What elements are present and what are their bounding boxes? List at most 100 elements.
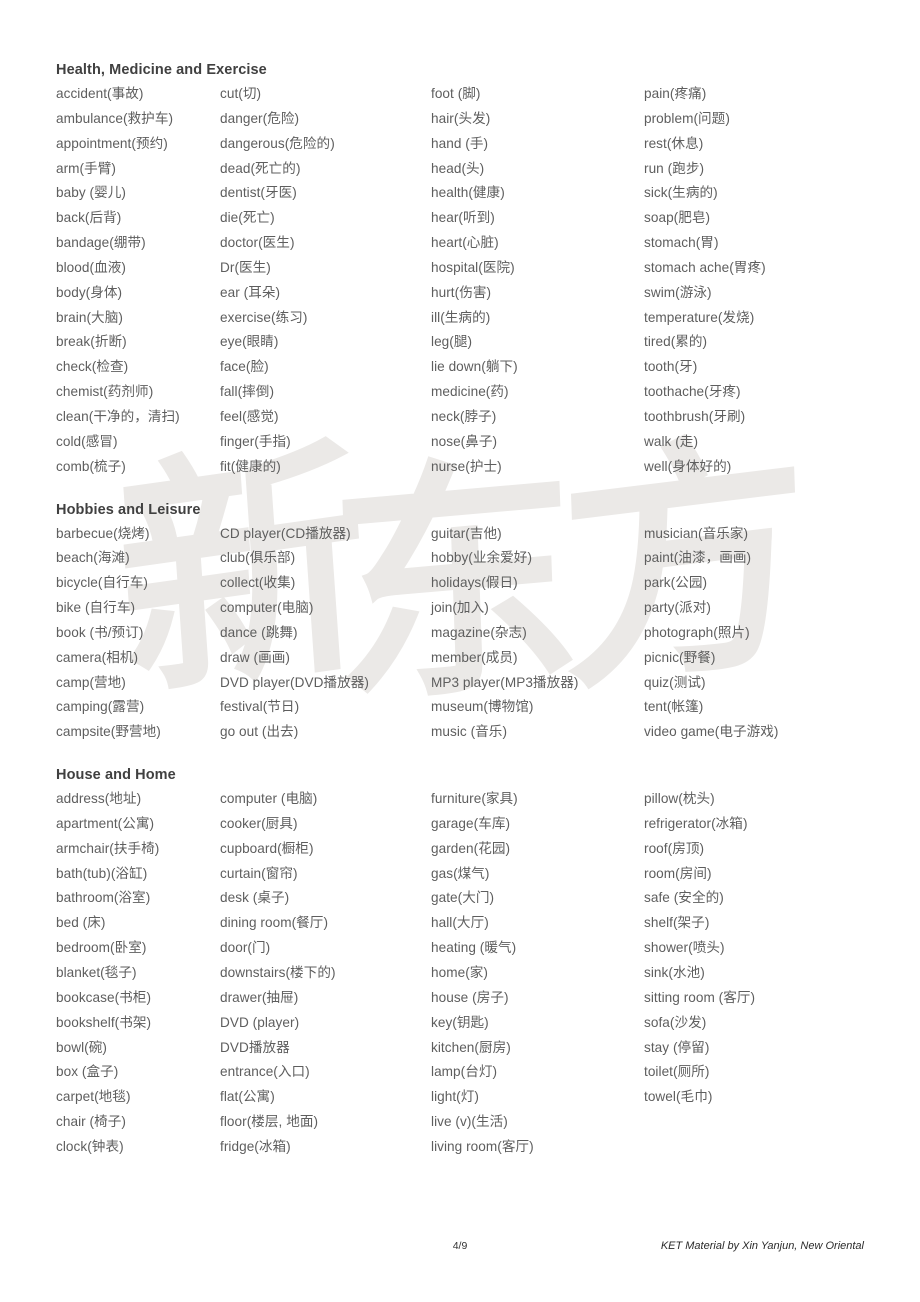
vocabulary-entry: hand (手) (431, 135, 489, 151)
vocabulary-entry: cupboard(橱柜) (220, 840, 314, 856)
vocabulary-entry: cut(切) (220, 86, 262, 101)
vocabulary-entry: fit(健康的) (220, 458, 281, 474)
vocabulary-entry: music (音乐) (431, 724, 508, 740)
vocabulary-entry: well(身体好的) (644, 458, 732, 474)
vocabulary-entry: armchair(扶手椅) (56, 840, 160, 856)
vocabulary-entry: bike (自行车) (56, 600, 136, 616)
vocabulary-entry: computer(电脑) (220, 600, 314, 616)
vocabulary-entry: pillow(枕头) (644, 791, 715, 807)
vocabulary-entry: arm(手臂) (56, 160, 117, 176)
vocabulary-entry: video game(电子游戏) (644, 724, 779, 740)
section-title: Hobbies and Leisure (56, 501, 201, 518)
vocabulary-entry: entrance(入口) (220, 1064, 310, 1080)
vocabulary-entry: eye(眼睛) (220, 334, 279, 350)
vocabulary-page: Health, Medicine and Exercise accident(事故… (0, 0, 920, 1160)
vocabulary-entry: die(死亡) (220, 210, 275, 226)
vocabulary-entry: dentist(牙医) (220, 185, 297, 201)
vocabulary-entry: swim(游泳) (644, 284, 712, 300)
vocabulary-entry: back(后背) (56, 210, 122, 226)
vocabulary-entry: clean(干净的，清扫) (56, 408, 180, 424)
vocabulary-entry: sofa(沙发) (644, 1014, 707, 1030)
vocabulary-section: Health, Medicine and Exercise accident(事故… (0, 62, 920, 480)
word-columns: barbecue(烧烤) beach(海滩) bicycle(自行车) bike (自… (0, 522, 920, 746)
vocabulary-entry: dangerous(危险的) (220, 135, 335, 151)
vocabulary-entry: sink(水池) (644, 965, 705, 980)
vocabulary-entry: camping(露营) (56, 699, 145, 715)
word-column: pain(疼痛) problem(问题) rest(休息) run (跑步) sick(… (639, 82, 860, 480)
vocabulary-entry: shelf(架子) (644, 915, 710, 931)
word-column: foot (脚) hair(头发) hand (手) head(头) health(健康… (426, 82, 639, 480)
vocabulary-entry: paint(油漆，画画) (644, 550, 752, 566)
vocabulary-entry: bath(tub)(浴缸) (56, 865, 148, 881)
vocabulary-entry: magazine(杂志) (431, 624, 527, 640)
vocabulary-entry: photograph(照片) (644, 624, 750, 640)
vocabulary-entry: run (跑步) (644, 160, 705, 176)
vocabulary-entry: lamp(台灯) (431, 1064, 498, 1080)
vocabulary-entry: cooker(厨具) (220, 815, 298, 831)
vocabulary-entry: room(房间) (644, 865, 712, 881)
vocabulary-entry: computer (电脑) (220, 791, 318, 807)
section-title: House and Home (56, 767, 176, 784)
vocabulary-entry: CD player(CD播放器) (220, 525, 351, 541)
vocabulary-entry: holidays(假日) (431, 575, 518, 591)
word-column: furniture(家具) garage(车库) garden(花园) gas(煤气)… (426, 787, 639, 1160)
vocabulary-entry: tent(帐篷) (644, 699, 704, 715)
vocabulary-entry: beach(海滩) (56, 550, 130, 566)
vocabulary-entry: hear(听到) (431, 210, 495, 226)
vocabulary-entry: dance (跳舞) (220, 624, 298, 640)
vocabulary-entry: pain(疼痛) (644, 86, 707, 101)
vocabulary-entry: festival(节日) (220, 699, 300, 715)
vocabulary-entry: stay (停留) (644, 1039, 710, 1055)
vocabulary-entry: key(钥匙) (431, 1014, 489, 1030)
vocabulary-entry: refrigerator(冰箱) (644, 815, 748, 831)
vocabulary-entry: fall(摔倒) (220, 384, 275, 400)
vocabulary-entry: carpet(地毯) (56, 1089, 131, 1105)
vocabulary-entry: gate(大门) (431, 890, 495, 906)
vocabulary-entry: leg(腿) (431, 334, 473, 350)
vocabulary-entry: bathroom(浴室) (56, 890, 151, 906)
vocabulary-entry: toothache(牙疼) (644, 384, 741, 400)
vocabulary-entry: garden(花园) (431, 840, 511, 856)
vocabulary-entry: comb(梳子) (56, 458, 126, 474)
vocabulary-entry: gas(煤气) (431, 865, 490, 881)
vocabulary-entry: campsite(野营地) (56, 724, 161, 740)
vocabulary-entry: stomach(胃) (644, 235, 719, 251)
vocabulary-section: Hobbies and Leisure barbecue(烧烤) beach(海滩)… (0, 502, 920, 746)
vocabulary-entry: blood(血液) (56, 259, 126, 275)
vocabulary-entry: bed (床) (56, 915, 106, 931)
vocabulary-entry: park(公园) (644, 575, 708, 591)
vocabulary-entry: fridge(冰箱) (220, 1138, 291, 1154)
vocabulary-entry: downstairs(楼下的) (220, 965, 336, 980)
vocabulary-entry: party(派对) (644, 600, 711, 616)
vocabulary-entry: toothbrush(牙刷) (644, 408, 746, 424)
vocabulary-entry: club(俱乐部) (220, 550, 296, 566)
vocabulary-entry: bicycle(自行车) (56, 575, 148, 591)
vocabulary-entry: camp(营地) (56, 674, 126, 690)
vocabulary-entry: toilet(厕所) (644, 1064, 710, 1080)
vocabulary-entry: medicine(药) (431, 384, 509, 400)
vocabulary-entry: ill(生病的) (431, 309, 491, 325)
vocabulary-entry: clock(钟表) (56, 1138, 124, 1154)
word-column: musician(音乐家) paint(油漆，画画) park(公园) party(派… (639, 522, 860, 746)
vocabulary-entry: door(门) (220, 940, 271, 956)
vocabulary-entry: heating (暖气) (431, 940, 517, 956)
vocabulary-entry: bowl(碗) (56, 1039, 107, 1055)
vocabulary-entry: doctor(医生) (220, 235, 295, 251)
vocabulary-entry: brain(大脑) (56, 309, 123, 325)
vocabulary-entry: DVD (player) (220, 1014, 300, 1030)
vocabulary-entry: musician(音乐家) (644, 525, 749, 541)
word-columns: accident(事故) ambulance(救护车) appointment(预约… (0, 82, 920, 480)
vocabulary-entry: soap(肥皂) (644, 210, 711, 226)
vocabulary-entry: bandage(绷带) (56, 235, 146, 251)
vocabulary-entry: ear (耳朵) (220, 284, 281, 300)
vocabulary-entry: museum(博物馆) (431, 699, 534, 715)
vocabulary-entry: head(头) (431, 160, 485, 176)
vocabulary-entry: furniture(家具) (431, 791, 518, 807)
vocabulary-entry: draw (画画) (220, 649, 290, 665)
vocabulary-entry: drawer(抽屉) (220, 989, 299, 1005)
vocabulary-entry: appointment(预约) (56, 135, 168, 151)
vocabulary-entry: apartment(公寓) (56, 815, 155, 831)
vocabulary-entry: DVD player(DVD播放器) (220, 674, 369, 690)
vocabulary-entry: towel(毛巾) (644, 1089, 713, 1105)
vocabulary-entry: kitchen(厨房) (431, 1039, 511, 1055)
